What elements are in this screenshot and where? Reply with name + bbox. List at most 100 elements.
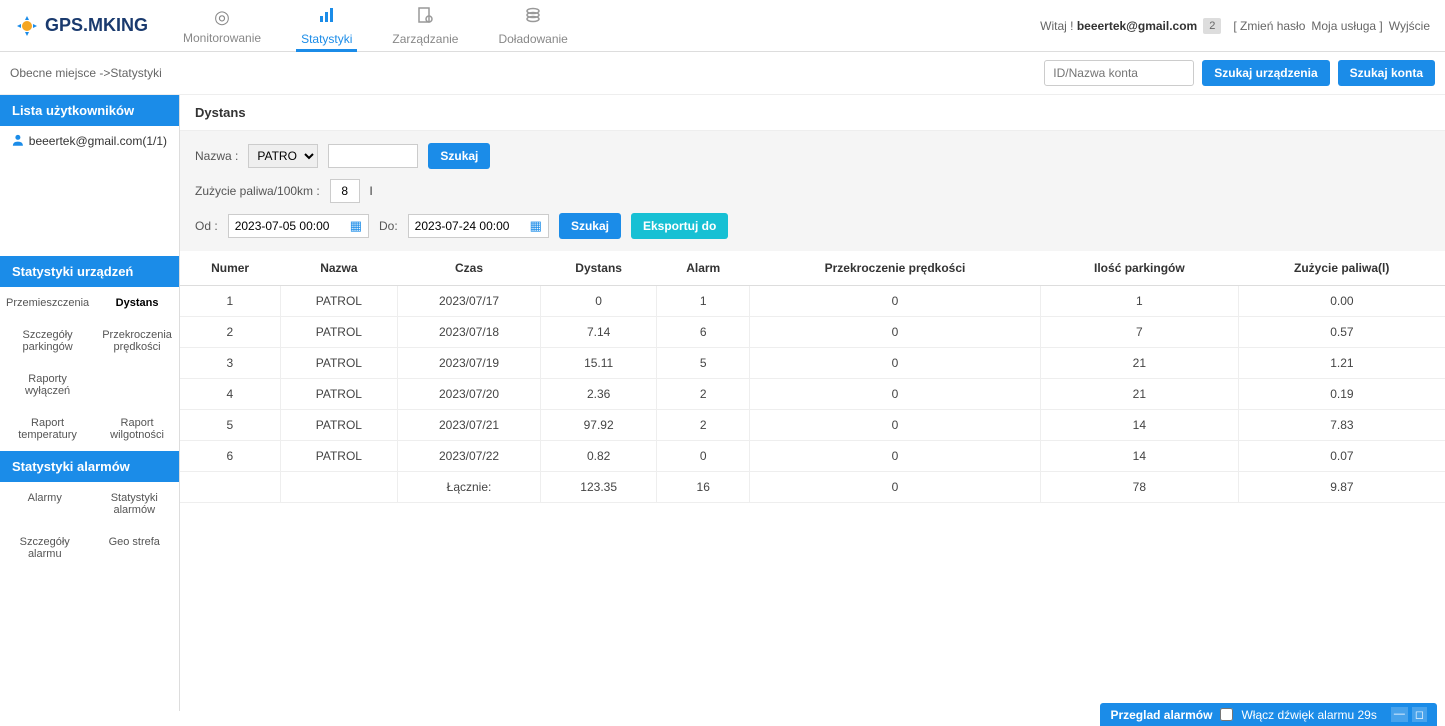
table-header: Dystans (541, 251, 657, 286)
sidebar-link[interactable]: Statystyki alarmów (90, 482, 180, 526)
table-header: Alarm (657, 251, 750, 286)
logo-icon (15, 14, 39, 38)
sidebar-users-header: Lista użytkowników (0, 95, 179, 126)
search-button[interactable]: Szukaj (428, 143, 490, 169)
to-label: Do: (379, 219, 398, 233)
from-label: Od : (195, 219, 218, 233)
table-cell: 7.14 (541, 317, 657, 348)
nav-label: Monitorowanie (183, 31, 261, 45)
table-cell: 1 (1040, 286, 1238, 317)
table-header: Zużycie paliwa(l) (1238, 251, 1445, 286)
logo-text: GPS.MKING (45, 15, 148, 36)
nav-label: Zarządzanie (392, 32, 458, 46)
alarm-footer[interactable]: Przeglad alarmów Włącz dźwięk alarmu 29s… (1100, 703, 1437, 726)
table-cell: 2023/07/21 (398, 410, 541, 441)
sidebar-link[interactable]: Szczegóły parkingów (0, 319, 95, 363)
coins-icon (524, 6, 542, 29)
table-cell: 9.87 (1238, 472, 1445, 503)
sidebar-link[interactable]: Geo strefa (90, 526, 180, 570)
table-cell: PATROL (280, 379, 397, 410)
table-cell: 1 (180, 286, 280, 317)
name-input[interactable] (328, 144, 418, 168)
notification-badge[interactable]: 2 (1203, 18, 1221, 34)
table-header: Ilość parkingów (1040, 251, 1238, 286)
nav-management[interactable]: Zarządzanie (372, 0, 478, 52)
table-cell: 0 (750, 317, 1041, 348)
sidebar-link[interactable]: Raport temperatury (0, 407, 95, 451)
nav-recharge[interactable]: Doładowanie (478, 0, 587, 52)
table-row: 5PATROL2023/07/2197.9220147.83 (180, 410, 1445, 441)
table-cell: 4 (180, 379, 280, 410)
sidebar-link[interactable]: Dystans (95, 287, 179, 319)
sidebar-link[interactable]: Przekroczenia prędkości (95, 319, 179, 363)
table-cell: 14 (1040, 410, 1238, 441)
table-cell: 16 (657, 472, 750, 503)
table-row: 4PATROL2023/07/202.3620210.19 (180, 379, 1445, 410)
sidebar-link[interactable]: Raporty wyłączeń (0, 363, 95, 407)
change-password-link[interactable]: [ Zmień hasło (1233, 19, 1305, 33)
sidebar-link[interactable]: Szczegóły alarmu (0, 526, 90, 570)
logout-link[interactable]: Wyjście (1389, 19, 1430, 33)
account-search-input[interactable] (1044, 60, 1194, 86)
name-select[interactable]: PATRO (248, 144, 318, 168)
minimize-icon[interactable]: — (1391, 707, 1408, 722)
to-date-value[interactable] (409, 215, 524, 237)
main-nav: ◎ Monitorowanie Statystyki Zarządzanie D… (163, 0, 588, 52)
table-total-row: Łącznie:123.35160789.87 (180, 472, 1445, 503)
table-cell: PATROL (280, 410, 397, 441)
export-button[interactable]: Eksportuj do (631, 213, 728, 239)
search-button-2[interactable]: Szukaj (559, 213, 621, 239)
table-cell: 2 (180, 317, 280, 348)
table-row: 2PATROL2023/07/187.146070.57 (180, 317, 1445, 348)
maximize-icon[interactable]: ◻ (1412, 707, 1427, 722)
search-accounts-button[interactable]: Szukaj konta (1338, 60, 1435, 86)
panel-title: Dystans (180, 95, 1445, 131)
search-devices-button[interactable]: Szukaj urządzenia (1202, 60, 1329, 86)
table-row: 6PATROL2023/07/220.8200140.07 (180, 441, 1445, 472)
nav-statistics[interactable]: Statystyki (281, 0, 372, 52)
from-date-input[interactable]: ▦ (228, 214, 369, 238)
sidebar: Lista użytkowników beeertek@gmail.com(1/… (0, 95, 180, 711)
welcome-prefix: Witaj ! (1040, 19, 1073, 33)
logo: GPS.MKING (0, 14, 163, 38)
breadcrumb: Obecne miejsce ->Statystyki (10, 66, 162, 80)
table-cell: 0 (750, 379, 1041, 410)
nav-monitoring[interactable]: ◎ Monitorowanie (163, 0, 281, 52)
table-row: 3PATROL2023/07/1915.1150211.21 (180, 348, 1445, 379)
table-cell: Łącznie: (398, 472, 541, 503)
table-cell: 0.57 (1238, 317, 1445, 348)
table-cell: 7 (1040, 317, 1238, 348)
table-cell: 0 (750, 410, 1041, 441)
calendar-icon[interactable]: ▦ (344, 218, 368, 234)
table-cell: PATROL (280, 286, 397, 317)
breadcrumb-current: Statystyki (110, 66, 161, 80)
from-date-value[interactable] (229, 215, 344, 237)
table-cell: 0 (541, 286, 657, 317)
table-cell: PATROL (280, 317, 397, 348)
fuel-label: Zużycie paliwa/100km : (195, 184, 320, 198)
sidebar-link[interactable]: Alarmy (0, 482, 90, 526)
calendar-icon[interactable]: ▦ (524, 218, 548, 234)
sidebar-link[interactable]: Przemieszczenia (0, 287, 95, 319)
welcome-user: beeertek@gmail.com (1077, 19, 1197, 33)
table-header: Czas (398, 251, 541, 286)
table-header: Nazwa (280, 251, 397, 286)
sidebar-link[interactable]: Raport wilgotności (95, 407, 179, 451)
table-cell: 0 (750, 441, 1041, 472)
table-cell: 2023/07/17 (398, 286, 541, 317)
table-cell (280, 472, 397, 503)
sidebar-alarms-header: Statystyki alarmów (0, 451, 179, 482)
table-cell (180, 472, 280, 503)
table-cell: 0 (750, 348, 1041, 379)
my-service-link[interactable]: Moja usługa ] (1311, 19, 1382, 33)
table-cell: 2.36 (541, 379, 657, 410)
name-label: Nazwa : (195, 149, 238, 163)
to-date-input[interactable]: ▦ (408, 214, 549, 238)
camera-icon: ◎ (214, 7, 230, 28)
table-cell: 1.21 (1238, 348, 1445, 379)
table-cell: 2023/07/20 (398, 379, 541, 410)
fuel-input[interactable] (330, 179, 360, 203)
sidebar-user-item[interactable]: beeertek@gmail.com(1/1) (0, 126, 179, 156)
alarm-sound-checkbox[interactable] (1220, 708, 1233, 721)
table-cell: 7.83 (1238, 410, 1445, 441)
